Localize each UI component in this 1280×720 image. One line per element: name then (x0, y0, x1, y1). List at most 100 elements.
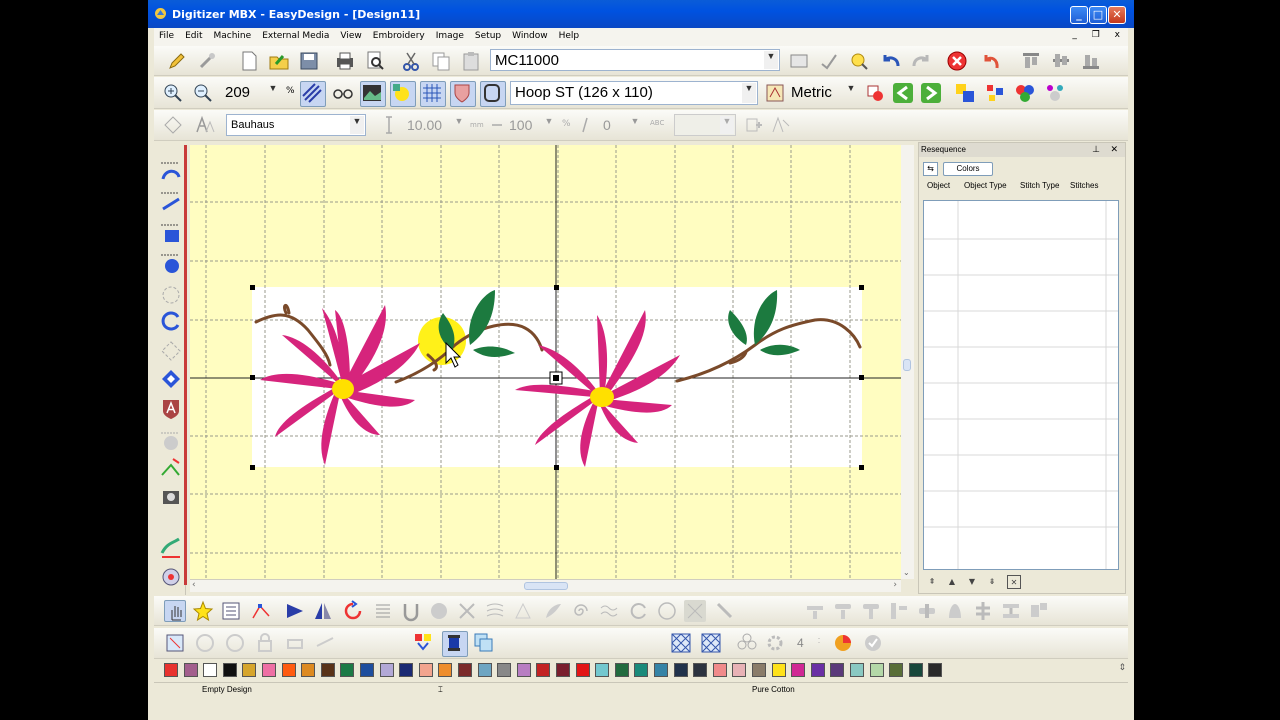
stop-icon[interactable] (946, 50, 968, 72)
color-swatch[interactable] (752, 663, 766, 677)
print-preview-icon[interactable] (364, 50, 386, 72)
chevron-down-icon[interactable]: ▼ (452, 116, 466, 134)
color-shapes-icon[interactable] (390, 81, 416, 107)
align-right-icon[interactable] (860, 600, 882, 622)
align-top-icon[interactable] (1020, 50, 1042, 72)
diamond-tool-icon[interactable] (159, 367, 183, 391)
text-width-input[interactable]: 100 ▼ (504, 114, 558, 136)
color-swatch[interactable] (576, 663, 590, 677)
menu-help[interactable]: Help (554, 28, 586, 41)
thread-spool-icon[interactable] (442, 631, 468, 657)
colors-button[interactable]: Colors (943, 162, 993, 176)
color-swatch[interactable] (184, 663, 198, 677)
color-swatch[interactable] (889, 663, 903, 677)
text-angle-input[interactable]: 0 ▼ (598, 114, 644, 136)
text-shape-icon[interactable] (162, 114, 184, 136)
color-swatch[interactable] (654, 663, 668, 677)
color-swatch[interactable] (791, 663, 805, 677)
align-center-icon[interactable] (1050, 50, 1072, 72)
italic-angle-icon[interactable] (574, 114, 590, 136)
color-sequence-icon[interactable] (412, 631, 438, 657)
stitch-curve-icon[interactable] (159, 159, 183, 183)
column-object-type[interactable]: Object Type (964, 181, 1007, 190)
text-width-icon[interactable] (486, 114, 502, 136)
image-icon[interactable] (360, 81, 386, 107)
column-stitches[interactable]: Stitches (1070, 181, 1098, 190)
color-swatch[interactable] (242, 663, 256, 677)
chevron-down-icon[interactable]: ▼ (764, 51, 778, 69)
thread-chart-icon[interactable] (472, 631, 498, 657)
motif-fill-icon[interactable] (512, 600, 534, 622)
circle-outline-icon[interactable] (628, 600, 650, 622)
chevron-down-icon[interactable]: ▼ (350, 116, 364, 134)
color-swatch[interactable] (360, 663, 374, 677)
units-select[interactable]: Metric ▼ (786, 81, 860, 105)
color-swatch[interactable] (203, 663, 217, 677)
color-swatch[interactable] (517, 663, 531, 677)
color-swatch[interactable] (419, 663, 433, 677)
color-swatch[interactable] (850, 663, 864, 677)
menu-file[interactable]: File (154, 28, 180, 41)
cross-stitch-icon[interactable] (456, 600, 478, 622)
special-effects-icon[interactable] (159, 565, 183, 589)
align-bottom-icon[interactable] (1080, 50, 1102, 72)
stitch-line-icon[interactable] (159, 189, 183, 213)
chevron-down-icon[interactable]: ▼ (266, 83, 280, 101)
column-stitch-icon[interactable] (400, 600, 422, 622)
color-swatch[interactable] (615, 663, 629, 677)
hoop-frame-icon[interactable] (480, 81, 506, 107)
color-swatch[interactable] (262, 663, 276, 677)
monogram-tool-icon[interactable] (159, 429, 183, 453)
sew-simulator-icon[interactable] (164, 632, 186, 654)
scroll-right-icon[interactable]: › (893, 580, 897, 590)
text-tool-icon[interactable] (770, 114, 792, 136)
new-file-icon[interactable] (238, 50, 260, 72)
hatch-fill-icon[interactable] (670, 632, 692, 654)
chevron-down-icon[interactable]: ▼ (720, 116, 734, 134)
document-window-controls[interactable]: _ ❐ x (1072, 30, 1126, 40)
color-swatch[interactable] (380, 663, 394, 677)
menu-embroidery[interactable]: Embroidery (368, 28, 431, 41)
paste-icon[interactable] (460, 50, 482, 72)
satin-stitch-icon[interactable] (372, 600, 394, 622)
wand-icon[interactable] (196, 50, 218, 72)
color-swatch[interactable] (674, 663, 688, 677)
color-balls-icon[interactable] (1014, 82, 1036, 104)
color-swatch[interactable] (634, 663, 648, 677)
ungroup-icon[interactable] (944, 600, 966, 622)
diamond-outline-icon[interactable] (159, 339, 183, 363)
knife-icon[interactable] (714, 600, 736, 622)
lettering-tool-icon[interactable] (159, 397, 183, 421)
previous-arrow-icon[interactable] (892, 82, 914, 104)
zoom-in-icon[interactable] (162, 82, 184, 104)
ripple-icon[interactable] (598, 600, 620, 622)
vertical-scrollbar[interactable]: ⌄ (901, 145, 914, 579)
jump-icon[interactable] (224, 632, 246, 654)
chevron-down-icon[interactable]: : (812, 635, 826, 651)
circle-tool-icon[interactable] (159, 309, 183, 333)
feather-icon[interactable] (542, 600, 564, 622)
copy-icon[interactable] (430, 50, 452, 72)
arc-outline-icon[interactable] (159, 283, 183, 307)
flower-pattern-icon[interactable] (736, 632, 758, 654)
design-canvas[interactable] (190, 145, 901, 579)
menu-window[interactable]: Window (507, 28, 554, 41)
grid-icon[interactable] (420, 81, 446, 107)
star-select-icon[interactable] (192, 600, 214, 622)
undo-red-icon[interactable] (980, 50, 1002, 72)
align-mid-icon[interactable] (832, 600, 854, 622)
gear-icon[interactable] (764, 632, 786, 654)
color-swatch[interactable] (909, 663, 923, 677)
cut-icon[interactable] (400, 50, 422, 72)
color-swatch[interactable] (556, 663, 570, 677)
ellipse-outline-icon[interactable] (656, 600, 678, 622)
color-swatch[interactable] (693, 663, 707, 677)
cross-fill-icon[interactable] (700, 632, 722, 654)
text-style-select[interactable]: ▼ (674, 114, 736, 136)
color-swatch[interactable] (340, 663, 354, 677)
color-swatch[interactable] (321, 663, 335, 677)
move-up-icon[interactable]: ▲ (945, 575, 959, 589)
zoom-out-icon[interactable] (192, 82, 214, 104)
redo-icon[interactable] (910, 50, 932, 72)
color-swatch[interactable] (282, 663, 296, 677)
